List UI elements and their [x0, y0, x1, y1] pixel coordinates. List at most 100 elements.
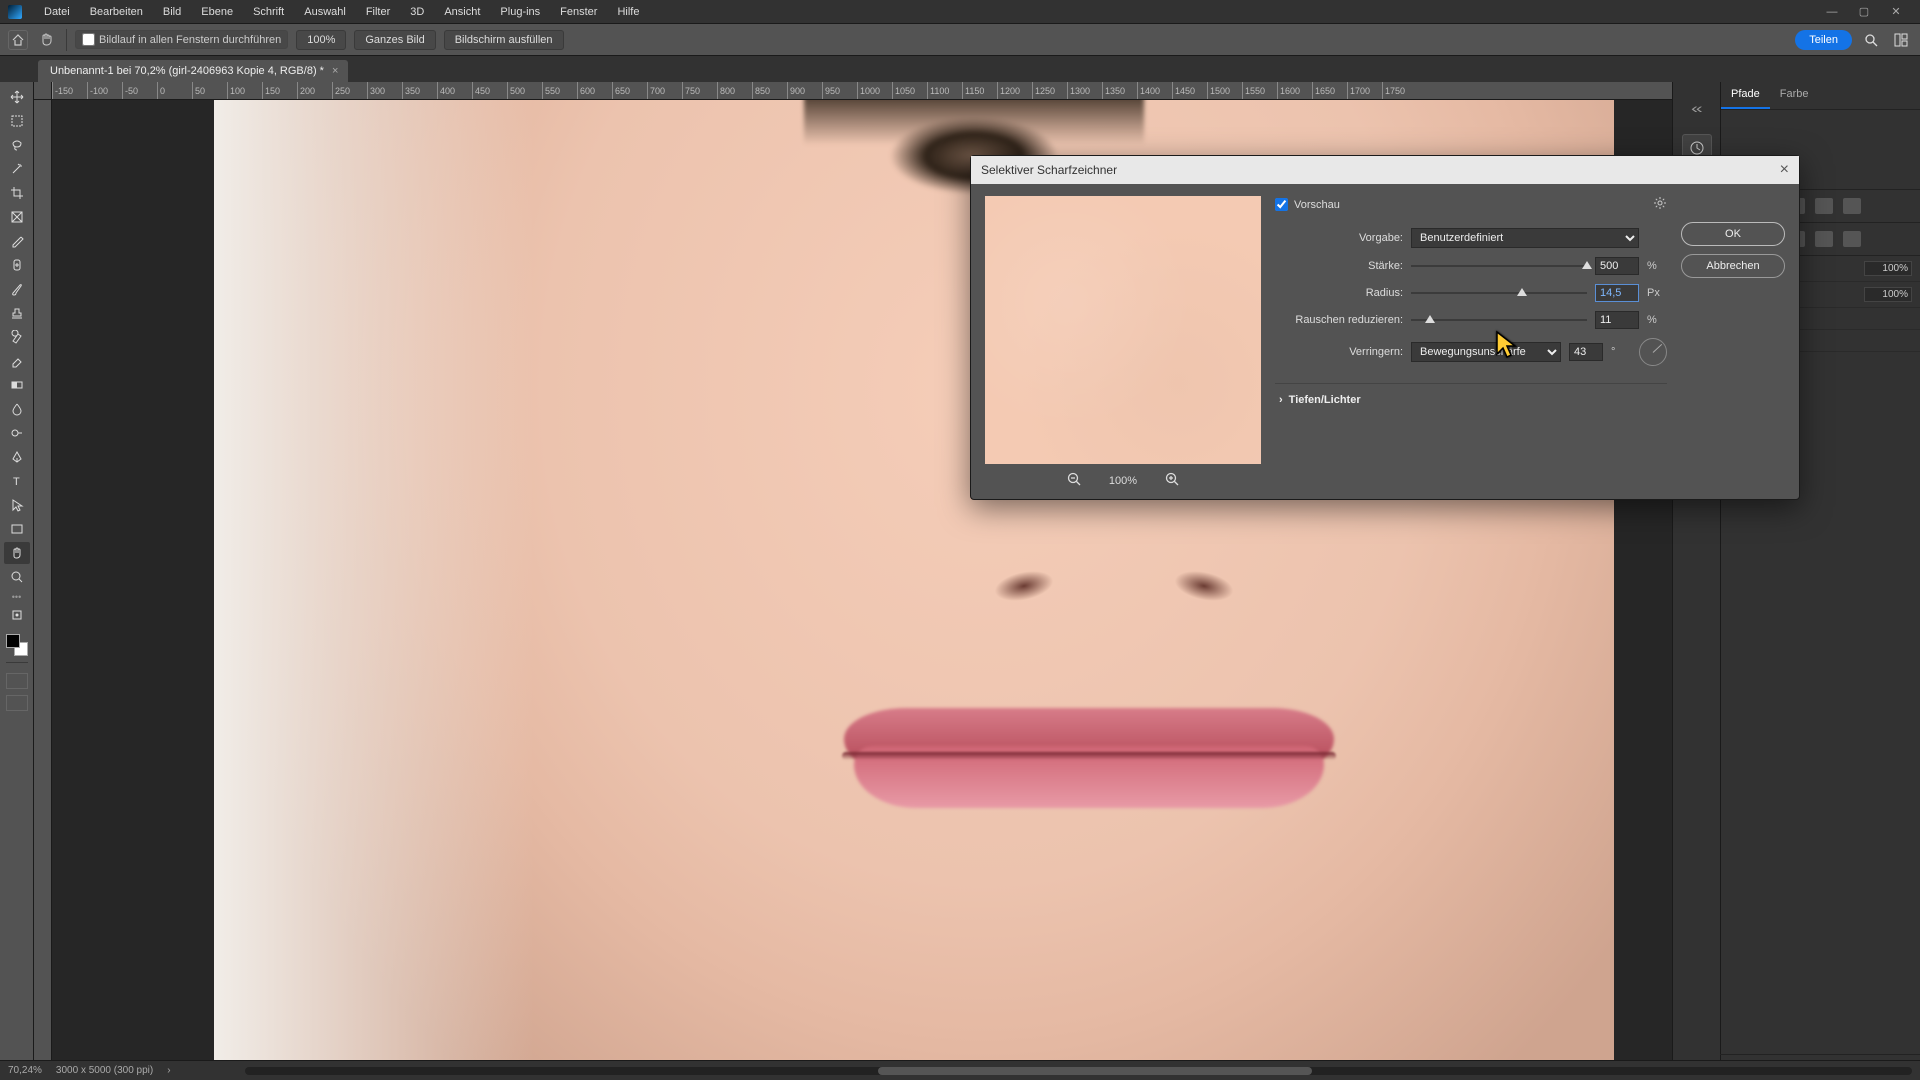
status-chevron-icon[interactable]: ›	[167, 1065, 170, 1076]
tool-more-icon[interactable]: •••	[12, 592, 21, 602]
radius-input[interactable]	[1595, 284, 1639, 302]
remove-dropdown[interactable]: Bewegungsunschärfe	[1411, 342, 1561, 362]
window-minimize[interactable]: —	[1816, 6, 1848, 18]
opacity-input[interactable]	[1864, 261, 1912, 276]
noise-input[interactable]	[1595, 311, 1639, 329]
frame-tool[interactable]	[4, 206, 30, 228]
menu-fenster[interactable]: Fenster	[550, 6, 607, 18]
screenmode-icon[interactable]	[6, 695, 28, 711]
eraser-tool[interactable]	[4, 350, 30, 372]
amount-slider[interactable]	[1411, 257, 1587, 275]
fx-icon[interactable]	[1815, 198, 1833, 214]
home-icon[interactable]	[8, 30, 28, 50]
dialog-close-icon[interactable]: ×	[1780, 161, 1789, 179]
window-close[interactable]: ✕	[1880, 5, 1912, 18]
window-maximize[interactable]: ▢	[1848, 5, 1880, 18]
radius-slider[interactable]	[1411, 284, 1587, 302]
dialog-titlebar[interactable]: Selektiver Scharfzeichner ×	[971, 156, 1799, 184]
ruler-tick: 1100	[927, 82, 962, 99]
preview-checkbox[interactable]	[1275, 198, 1288, 211]
quickmask-icon[interactable]	[6, 673, 28, 689]
ruler-tick: 1250	[1032, 82, 1067, 99]
warp-icon[interactable]	[1815, 231, 1833, 247]
zoom-in-icon[interactable]	[1165, 472, 1179, 489]
history-brush-tool[interactable]	[4, 326, 30, 348]
document-tab[interactable]: Unbenannt-1 bei 70,2% (girl-2406963 Kopi…	[38, 60, 348, 82]
gradient-tool[interactable]	[4, 374, 30, 396]
close-tab-icon[interactable]: ×	[332, 65, 338, 77]
noise-slider[interactable]	[1411, 311, 1587, 329]
document-tabs: Unbenannt-1 bei 70,2% (girl-2406963 Kopi…	[0, 56, 1920, 82]
cancel-button[interactable]: Abbrechen	[1681, 254, 1785, 278]
color-swatches[interactable]	[6, 634, 28, 656]
menu-bild[interactable]: Bild	[153, 6, 191, 18]
ruler-tick: 150	[262, 82, 297, 99]
workspace-icon[interactable]	[1890, 29, 1912, 51]
fill-input[interactable]	[1864, 287, 1912, 302]
fill-screen-button[interactable]: Bildschirm ausfüllen	[444, 30, 564, 50]
ok-button[interactable]: OK	[1681, 222, 1785, 246]
options-bar: Bildlauf in allen Fenstern durchführen 1…	[0, 24, 1920, 56]
more-icon[interactable]	[1843, 231, 1861, 247]
type-tool[interactable]: T	[4, 470, 30, 492]
hand-tool[interactable]	[4, 542, 30, 564]
menu-datei[interactable]: Datei	[34, 6, 80, 18]
ruler-tick: 250	[332, 82, 367, 99]
search-icon[interactable]	[1860, 29, 1882, 51]
angle-input[interactable]	[1569, 343, 1603, 361]
healing-tool[interactable]	[4, 254, 30, 276]
blur-tool[interactable]	[4, 398, 30, 420]
marquee-tool[interactable]	[4, 110, 30, 132]
shadows-highlights-expander[interactable]: › Tiefen/Lichter	[1275, 383, 1667, 406]
menu-filter[interactable]: Filter	[356, 6, 400, 18]
shape-tool[interactable]	[4, 518, 30, 540]
menu-bearbeiten[interactable]: Bearbeiten	[80, 6, 153, 18]
ruler-origin[interactable]	[34, 82, 52, 100]
preset-dropdown[interactable]: Benutzerdefiniert	[1411, 228, 1639, 248]
menu-plug-ins[interactable]: Plug-ins	[490, 6, 550, 18]
fit-screen-button[interactable]: Ganzes Bild	[354, 30, 435, 50]
eyedropper-tool[interactable]	[4, 230, 30, 252]
lasso-tool[interactable]	[4, 134, 30, 156]
ruler-tick: 1000	[857, 82, 892, 99]
dodge-tool[interactable]	[4, 422, 30, 444]
horizontal-ruler[interactable]: -150-100-5005010015020025030035040045050…	[52, 82, 1672, 100]
brush-tool[interactable]	[4, 278, 30, 300]
vertical-ruler[interactable]	[34, 100, 52, 1062]
horizontal-scrollbar[interactable]	[245, 1067, 1912, 1075]
menu-auswahl[interactable]: Auswahl	[294, 6, 356, 18]
dialog-settings-icon[interactable]	[1653, 196, 1667, 213]
move-tool[interactable]	[4, 86, 30, 108]
zoom-out-icon[interactable]	[1067, 472, 1081, 489]
angle-dial[interactable]	[1639, 338, 1667, 366]
ruler-tick: 1200	[997, 82, 1032, 99]
menu-schrift[interactable]: Schrift	[243, 6, 294, 18]
tab-color[interactable]: Farbe	[1770, 82, 1819, 109]
wand-tool[interactable]	[4, 158, 30, 180]
tab-paths[interactable]: Pfade	[1721, 82, 1770, 109]
path-select-tool[interactable]	[4, 494, 30, 516]
status-doc-info[interactable]: 3000 x 5000 (300 ppi)	[56, 1065, 153, 1076]
amount-input[interactable]	[1595, 257, 1639, 275]
menu-ansicht[interactable]: Ansicht	[434, 6, 490, 18]
pen-tool[interactable]	[4, 446, 30, 468]
scroll-all-windows-checkbox[interactable]: Bildlauf in allen Fenstern durchführen	[75, 30, 288, 49]
stamp-tool[interactable]	[4, 302, 30, 324]
ruler-tick: 850	[752, 82, 787, 99]
menu-3d[interactable]: 3D	[400, 6, 434, 18]
crop-tool[interactable]	[4, 182, 30, 204]
expand-panels-icon[interactable]: «	[1691, 100, 1703, 116]
share-button[interactable]: Teilen	[1795, 30, 1852, 50]
ruler-tick: 1650	[1312, 82, 1347, 99]
angle-unit: °	[1611, 346, 1631, 358]
menu-ebene[interactable]: Ebene	[191, 6, 243, 18]
adjust-icon[interactable]	[1843, 198, 1861, 214]
edit-toolbar-icon[interactable]	[4, 604, 30, 626]
ruler-tick: 1150	[962, 82, 997, 99]
menu-hilfe[interactable]: Hilfe	[607, 6, 649, 18]
status-zoom[interactable]: 70,24%	[8, 1065, 42, 1076]
dialog-preview[interactable]	[985, 196, 1261, 464]
hand-tool-icon[interactable]	[36, 29, 58, 51]
zoom-100-button[interactable]: 100%	[296, 30, 346, 50]
zoom-tool[interactable]	[4, 566, 30, 588]
